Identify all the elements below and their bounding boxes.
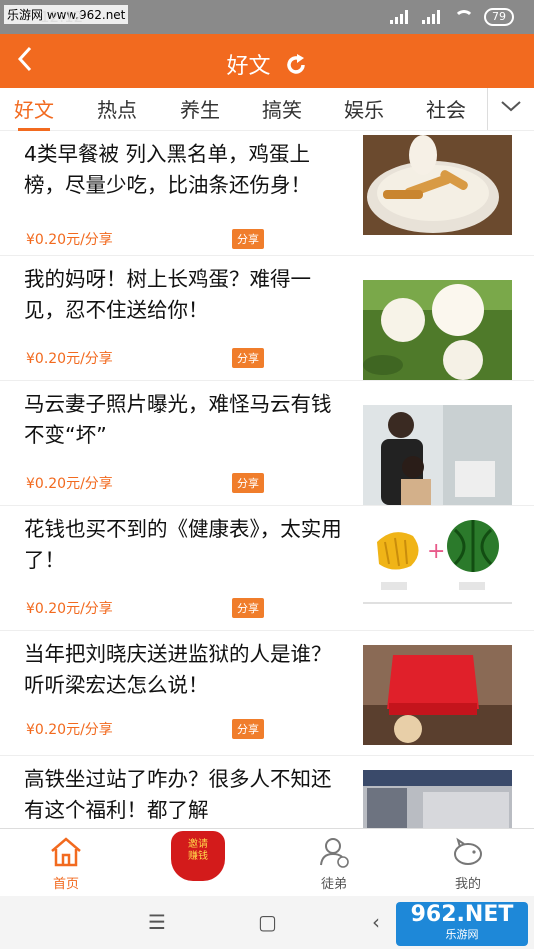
share-button[interactable]: 分享 <box>232 229 264 249</box>
article-item[interactable]: 当年把刘晓庆送进监狱的人是谁？听听梁宏达怎么说！ ¥0.20元/分享 分享 <box>0 631 534 756</box>
menu-nav-icon[interactable]: ☰ <box>148 910 166 934</box>
tab-home-label: 首页 <box>52 877 79 892</box>
tab-home[interactable]: 首页 <box>26 835 106 892</box>
article-thumbnail <box>363 280 512 380</box>
article-thumbnail <box>363 135 512 235</box>
site-logo: 962.NET 乐游网 <box>396 902 528 946</box>
chevron-down-icon <box>501 101 521 112</box>
article-item[interactable]: 4类早餐被 列入黑名单，鸡蛋上榜，尽量少吃，比油条还伤身！ ¥0.20元/分享 … <box>0 131 534 256</box>
expand-tabs-button[interactable] <box>487 88 534 130</box>
article-item[interactable]: 我的妈呀！树上长鸡蛋？难得一见，忍不住送给你！ ¥0.20元/分享 分享 <box>0 256 534 381</box>
article-thumbnail <box>363 645 512 745</box>
battery-icon: 79 <box>484 8 514 26</box>
share-button[interactable]: 分享 <box>232 473 264 493</box>
tab-disciples[interactable]: 徒弟 <box>294 835 374 892</box>
article-title[interactable]: 高铁坐过站了咋办？很多人不知还有这个福利！都了解 <box>24 764 342 826</box>
red-bag-icon: 邀请 赚钱 <box>171 831 225 881</box>
article-price: ¥0.20元/分享 <box>26 351 113 367</box>
article-price: ¥0.20元/分享 <box>26 601 113 617</box>
tab-mine[interactable]: 我的 <box>428 835 508 892</box>
logo-small-text: 乐游网 <box>445 928 479 941</box>
tab-funny[interactable]: 搞笑 <box>262 94 302 123</box>
home-icon <box>51 837 81 867</box>
logo-big-text: 962.NET <box>410 902 514 927</box>
tab-society[interactable]: 社会 <box>426 94 466 123</box>
article-list: 4类早餐被 列入黑名单，鸡蛋上榜，尽量少吃，比油条还伤身！ ¥0.20元/分享 … <box>0 131 534 836</box>
app-header: 好文 <box>0 34 534 88</box>
article-thumbnail <box>363 770 512 836</box>
article-title[interactable]: 马云妻子照片曝光，难怪马云有钱不变“坏” <box>24 389 342 451</box>
article-item[interactable]: 花钱也买不到的《健康表》，太实用了！ ¥0.20元/分享 分享 + <box>0 506 534 631</box>
article-item[interactable]: 高铁坐过站了咋办？很多人不知还有这个福利！都了解 <box>0 756 534 836</box>
wifi-icon <box>454 10 474 24</box>
tab-health[interactable]: 养生 <box>180 94 220 123</box>
refresh-icon <box>286 54 305 74</box>
back-nav-icon[interactable]: ‹ <box>372 910 380 934</box>
share-button[interactable]: 分享 <box>232 348 264 368</box>
share-button[interactable]: 分享 <box>232 719 264 739</box>
home-nav-icon[interactable]: ▢ <box>258 910 277 934</box>
status-time: 12:12 <box>40 8 84 26</box>
invite-line1: 邀请 <box>188 839 208 850</box>
piggy-bank-icon <box>454 837 482 865</box>
article-title[interactable]: 花钱也买不到的《健康表》，太实用了！ <box>24 514 342 576</box>
article-item[interactable]: 马云妻子照片曝光，难怪马云有钱不变“坏” ¥0.20元/分享 分享 <box>0 381 534 506</box>
tab-disciples-label: 徒弟 <box>320 877 347 892</box>
tab-hotspot[interactable]: 热点 <box>97 94 137 123</box>
article-price: ¥0.20元/分享 <box>26 476 113 492</box>
article-thumbnail <box>363 405 512 505</box>
invite-line2: 赚钱 <box>188 851 208 862</box>
tab-mine-label: 我的 <box>454 877 481 892</box>
signal-icon-2 <box>422 10 444 24</box>
page-title-text: 好文 <box>226 54 271 79</box>
category-tabs: 好文 热点 养生 搞笑 娱乐 社会 <box>0 88 534 131</box>
bottom-tab-bar: 首页 邀请 赚钱 徒弟 我的 <box>0 828 534 897</box>
invite-earn-button[interactable]: 邀请 赚钱 <box>158 831 238 881</box>
page-title: 好文 <box>0 48 534 80</box>
status-bar: 乐游网 www.962.net 12:12 79 <box>0 0 534 34</box>
signal-icon <box>390 10 412 24</box>
share-button[interactable]: 分享 <box>232 598 264 618</box>
article-price: ¥0.20元/分享 <box>26 722 113 738</box>
tab-entertainment[interactable]: 娱乐 <box>344 94 384 123</box>
svg-text:+: + <box>427 539 445 564</box>
article-title[interactable]: 我的妈呀！树上长鸡蛋？难得一见，忍不住送给你！ <box>24 264 342 326</box>
refresh-button[interactable] <box>284 53 308 79</box>
article-title[interactable]: 当年把刘晓庆送进监狱的人是谁？听听梁宏达怎么说！ <box>24 639 342 701</box>
article-title[interactable]: 4类早餐被 列入黑名单，鸡蛋上榜，尽量少吃，比油条还伤身！ <box>24 139 342 201</box>
article-thumbnail: + <box>363 512 512 612</box>
tab-haowen[interactable]: 好文 <box>14 94 54 131</box>
article-price: ¥0.20元/分享 <box>26 232 113 248</box>
user-icon <box>320 838 349 868</box>
